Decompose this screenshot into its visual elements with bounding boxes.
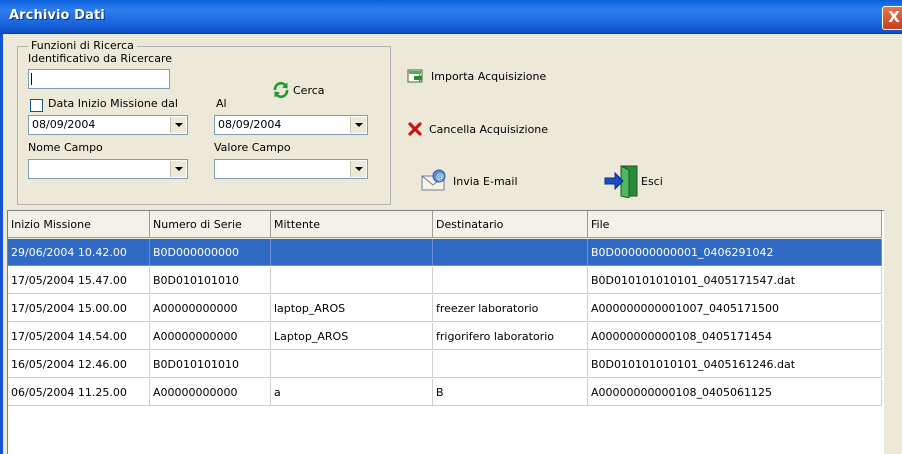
date-from-select[interactable]: 08/09/2004: [28, 115, 188, 135]
table-cell[interactable]: A00000000000108_0405061125: [588, 379, 882, 406]
table-cell[interactable]: [271, 239, 433, 266]
cerca-button[interactable]: Cerca: [272, 81, 325, 99]
text-caret: [31, 73, 32, 85]
table-cell[interactable]: A000000000001007_0405171500: [588, 295, 882, 322]
field-name-label: Nome Campo: [28, 141, 103, 154]
table-cell[interactable]: a: [271, 379, 433, 406]
table-cell[interactable]: B0D010101010: [150, 351, 271, 378]
table-row[interactable]: 17/05/2004 14.54.00 A00000000000 Laptop_AR…: [8, 323, 882, 350]
al-label: Al: [216, 97, 227, 110]
table-cell[interactable]: A00000000000108_0405171454: [588, 323, 882, 350]
title-bar: Archivio Dati X: [0, 0, 902, 34]
chevron-down-icon[interactable]: [350, 117, 366, 133]
id-label: Identificativo da Ricercare: [28, 52, 173, 65]
date-to-value: 08/09/2004: [218, 118, 282, 131]
column-header[interactable]: File: [588, 211, 882, 238]
table-row[interactable]: 17/05/2004 15.47.00 B0D010101010 B0D010101…: [8, 267, 882, 294]
esci-button[interactable]: Esci: [603, 164, 663, 198]
table-cell[interactable]: B0D000000000001_0406291042: [588, 239, 882, 266]
window-title: Archivio Dati: [9, 8, 105, 23]
table-cell[interactable]: 17/05/2004 14.54.00: [8, 323, 150, 350]
table-row[interactable]: 29/06/2004 10.42.00 B0D000000000 B0D000000…: [8, 239, 882, 266]
column-header[interactable]: Inizio Missione: [8, 211, 150, 238]
search-group-title: Funzioni di Ricerca: [28, 39, 137, 52]
exit-door-icon: [604, 165, 638, 198]
table-cell[interactable]: 17/05/2004 15.00.00: [8, 295, 150, 322]
email-button[interactable]: @ Invia E-mail: [419, 168, 518, 194]
close-button[interactable]: X: [882, 6, 902, 30]
cerca-label: Cerca: [293, 83, 325, 97]
field-value-label: Valore Campo: [214, 141, 291, 154]
refresh-icon: [273, 81, 289, 99]
table-cell[interactable]: [433, 239, 588, 266]
window-client: Funzioni di Ricerca Identificativo da Ri…: [0, 34, 902, 454]
table-header: Inizio Missione Numero di Serie Mittente…: [8, 211, 882, 239]
importa-label: Importa Acquisizione: [431, 69, 547, 83]
email-label: Invia E-mail: [453, 174, 518, 188]
table-row[interactable]: 16/05/2004 12.46.00 B0D010101010 B0D010101…: [8, 351, 882, 378]
table-cell[interactable]: [433, 267, 588, 294]
column-header[interactable]: Destinatario: [433, 211, 588, 238]
table-cell[interactable]: B: [433, 379, 588, 406]
table-cell[interactable]: B0D010101010: [150, 267, 271, 294]
chevron-down-icon[interactable]: [170, 161, 186, 177]
importa-button[interactable]: Importa Acquisizione: [407, 68, 546, 84]
id-search-input[interactable]: [28, 69, 170, 89]
cancella-button[interactable]: Cancella Acquisizione: [407, 121, 548, 137]
date-filter-checkbox[interactable]: [30, 99, 43, 112]
table-cell[interactable]: 16/05/2004 12.46.00: [8, 351, 150, 378]
table-cell[interactable]: 29/06/2004 10.42.00: [8, 239, 150, 266]
table-cell[interactable]: B0D010101010101_0405161246.dat: [588, 351, 882, 378]
date-to-select[interactable]: 08/09/2004: [214, 115, 368, 135]
table-cell[interactable]: laptop_AROS: [271, 295, 433, 322]
table-cell[interactable]: Laptop_AROS: [271, 323, 433, 350]
table-cell[interactable]: A00000000000: [150, 323, 271, 350]
table-cell[interactable]: A00000000000: [150, 379, 271, 406]
table-cell[interactable]: 17/05/2004 15.47.00: [8, 267, 150, 294]
delete-x-icon: [408, 122, 422, 136]
email-icon: @: [421, 169, 446, 191]
table-cell[interactable]: frigorifero laboratorio: [433, 323, 588, 350]
date-from-value: 08/09/2004: [32, 118, 96, 131]
cancella-label: Cancella Acquisizione: [429, 122, 549, 136]
table-cell[interactable]: freezer laboratorio: [433, 295, 588, 322]
table-row[interactable]: 06/05/2004 11.25.00 A00000000000 a B A000000…: [8, 379, 882, 406]
table-cell[interactable]: B0D000000000: [150, 239, 271, 266]
chevron-down-icon[interactable]: [170, 117, 186, 133]
column-header[interactable]: Mittente: [271, 211, 433, 238]
esci-label: Esci: [641, 174, 663, 188]
column-header[interactable]: Numero di Serie: [150, 211, 271, 238]
table-cell[interactable]: A00000000000: [150, 295, 271, 322]
import-icon: [407, 69, 423, 83]
field-value-select[interactable]: [214, 159, 368, 179]
table-cell[interactable]: [271, 267, 433, 294]
search-group: Funzioni di Ricerca Identificativo da Ri…: [17, 39, 391, 205]
table-cell[interactable]: [433, 351, 588, 378]
date-filter-label: Data Inizio Missione dal: [48, 97, 178, 110]
table-cell[interactable]: 06/05/2004 11.25.00: [8, 379, 150, 406]
chevron-down-icon[interactable]: [350, 161, 366, 177]
table-cell[interactable]: B0D010101010101_0405171547.dat: [588, 267, 882, 294]
results-table[interactable]: Inizio Missione Numero di Serie Mittente…: [7, 210, 884, 454]
field-name-select[interactable]: [28, 159, 188, 179]
table-row[interactable]: 17/05/2004 15.00.00 A00000000000 laptop_AR…: [8, 295, 882, 322]
table-cell[interactable]: [271, 351, 433, 378]
svg-text:@: @: [436, 172, 444, 181]
